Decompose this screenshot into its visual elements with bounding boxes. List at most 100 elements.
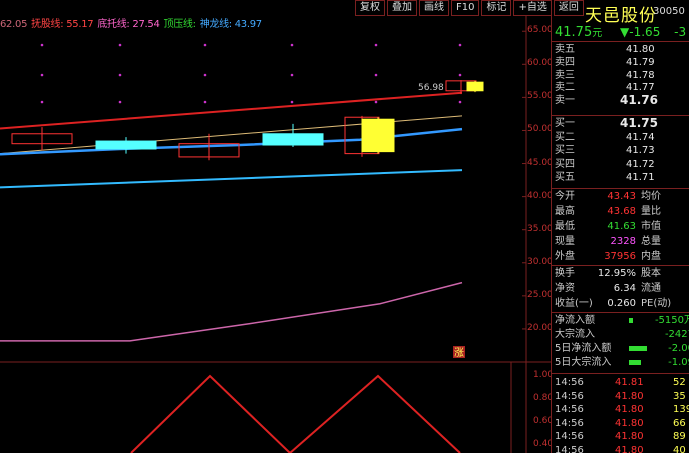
overlay-button[interactable]: 叠加	[387, 0, 417, 16]
y-tick-label: 55.00	[527, 91, 551, 102]
lower-indicator-line	[130, 374, 461, 453]
stock-name: 天邑股份	[585, 6, 657, 26]
stat-value: 12.95%	[597, 268, 636, 279]
pink-base-line	[0, 281, 463, 342]
price-label: 56.98	[418, 83, 444, 93]
sell-level[interactable]: 卖一 41.76	[555, 94, 689, 107]
price-line: 41.75元 ▼-1.65 -3	[555, 24, 686, 40]
row-value: 41.76	[620, 93, 658, 108]
stat-value: 2328	[610, 236, 636, 247]
tick-price: 41.80	[615, 404, 644, 415]
row-value: 41.72	[626, 158, 655, 170]
buy-level[interactable]: 买三 41.73	[555, 144, 689, 157]
cyan-support-line	[0, 169, 463, 189]
restore-rights-button[interactable]: 复权	[355, 0, 385, 16]
signal-dot	[290, 43, 294, 47]
legend-item: 底托线: 27.54	[97, 19, 160, 30]
tick-time: 14:56	[555, 431, 584, 442]
tick-volume: 52	[673, 377, 686, 388]
row-value: 41.73	[626, 145, 655, 156]
indicator-legend: 62.05 抚股线: 55.17 底托线: 27.54 顶压线: 神龙线: 43.97	[0, 15, 266, 30]
lower-tick-label: 0.80	[533, 393, 551, 403]
flow-bar	[629, 346, 647, 351]
row-label: 卖五	[555, 44, 575, 55]
price-chart[interactable]: 56.98 涨	[0, 0, 551, 453]
stat-label: 最高	[555, 206, 575, 217]
sell-level[interactable]: 卖三 41.78	[555, 69, 689, 82]
signal-dot	[40, 100, 44, 104]
stat-label: 净资	[555, 283, 575, 294]
fund-flow-row: 5日净流入额 -2.00	[555, 342, 689, 355]
flow-bar	[629, 360, 641, 365]
signal-dot	[40, 73, 44, 77]
stat-row: 今开 43.43 均价	[555, 190, 689, 203]
stat-row: 换手 12.95% 股本	[555, 267, 689, 280]
stat-label-right: 市值	[641, 221, 661, 232]
signal-dot	[118, 43, 122, 47]
flow-value: -5150万	[654, 315, 689, 326]
stat-label-right: 总量	[641, 236, 661, 247]
stat-label: 外盘	[555, 251, 575, 262]
draw-line-button[interactable]: 画线	[419, 0, 449, 16]
signal-dot	[290, 73, 294, 77]
buy-level[interactable]: 买四 41.72	[555, 158, 689, 171]
add-watchlist-button[interactable]: +自选	[513, 0, 552, 16]
candle-body	[262, 133, 324, 146]
stat-label: 收益(一)	[555, 298, 593, 309]
tick-time: 14:56	[555, 444, 584, 453]
stat-value: 0.260	[607, 298, 636, 309]
stat-row: 收益(一) 0.260 PE(动)	[555, 297, 689, 310]
stat-value: 37956	[604, 251, 636, 262]
tick-row: 14:56 41.80 66	[555, 417, 689, 430]
sell-level[interactable]: 卖五 41.80	[555, 43, 689, 56]
tick-volume: 40	[673, 444, 686, 453]
stock-code: 30050	[653, 6, 685, 17]
flow-value: -2427	[664, 329, 689, 340]
stat-label-right: PE(动)	[641, 298, 672, 309]
flow-bar	[629, 318, 633, 323]
buy-level[interactable]: 买五 41.71	[555, 171, 689, 184]
rise-marker: 涨	[454, 347, 464, 359]
y-tick-label: 20.00	[527, 322, 551, 333]
tick-price: 41.81	[615, 377, 644, 388]
stat-label-right: 均价	[641, 191, 661, 202]
flow-label: 净流入额	[555, 315, 595, 326]
signal-dot	[203, 43, 207, 47]
divider	[552, 265, 689, 266]
buy-level[interactable]: 买二 41.74	[555, 131, 689, 144]
flow-label: 5日净流入额	[555, 343, 612, 354]
stat-value: 43.43	[607, 191, 636, 202]
signal-dot	[374, 73, 378, 77]
chart-area[interactable]: 56.98 涨 62.05 抚股线: 55.17 底托线: 27.54 顶压线: 神龙线:…	[0, 0, 551, 453]
signal-dot	[40, 43, 44, 47]
row-label: 卖三	[555, 69, 575, 81]
mark-button[interactable]: 标记	[481, 0, 512, 16]
signal-dot	[118, 73, 122, 77]
signal-dot	[458, 100, 462, 104]
quote-panel: 天邑股份 30050 41.75元 ▼-1.65 -3 卖五 41.80 卖四 41.…	[551, 0, 689, 453]
row-label: 买二	[555, 131, 575, 143]
stat-label: 最低	[555, 221, 575, 232]
tick-price: 41.80	[615, 417, 644, 429]
stat-row: 外盘 37956 内盘	[555, 250, 689, 263]
candle-body	[95, 140, 157, 150]
sell-level[interactable]: 卖四 41.79	[555, 56, 689, 69]
y-tick-label: 65.00	[527, 25, 551, 36]
price-change-pct: -3	[674, 25, 687, 39]
legend-item: 神龙线: 43.97	[199, 19, 262, 30]
signal-dot	[203, 100, 207, 104]
fund-flow-row: 净流入额 -5150万	[555, 314, 689, 327]
tick-row: 14:56 41.80 139	[555, 403, 689, 416]
price-unit: 元	[592, 28, 603, 39]
stat-label-right: 内盘	[641, 251, 661, 262]
tick-price: 41.80	[615, 444, 644, 453]
buy-level[interactable]: 买一 41.75	[555, 117, 689, 130]
signal-dot	[118, 100, 122, 104]
y-tick-label: 50.00	[527, 124, 551, 135]
flow-label: 5日大宗流入	[555, 357, 612, 368]
row-value: 41.74	[626, 131, 655, 143]
divider	[552, 188, 689, 189]
f10-button[interactable]: F10	[451, 0, 480, 16]
stat-value: 6.34	[613, 283, 636, 294]
signal-dot	[458, 73, 462, 77]
